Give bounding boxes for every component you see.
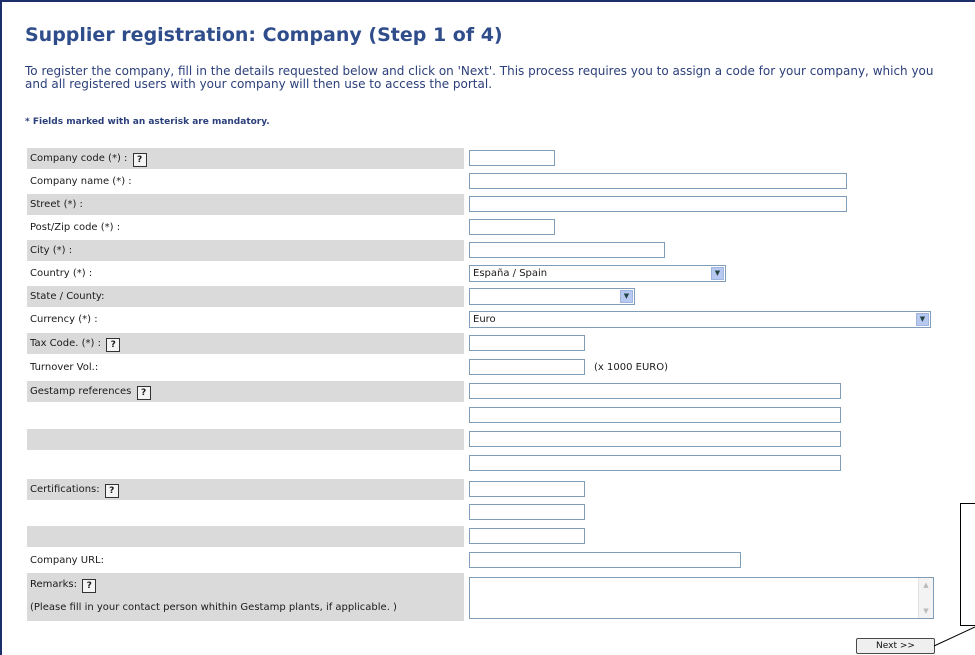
callout-pointer [933,626,975,647]
callout-box [960,503,975,626]
